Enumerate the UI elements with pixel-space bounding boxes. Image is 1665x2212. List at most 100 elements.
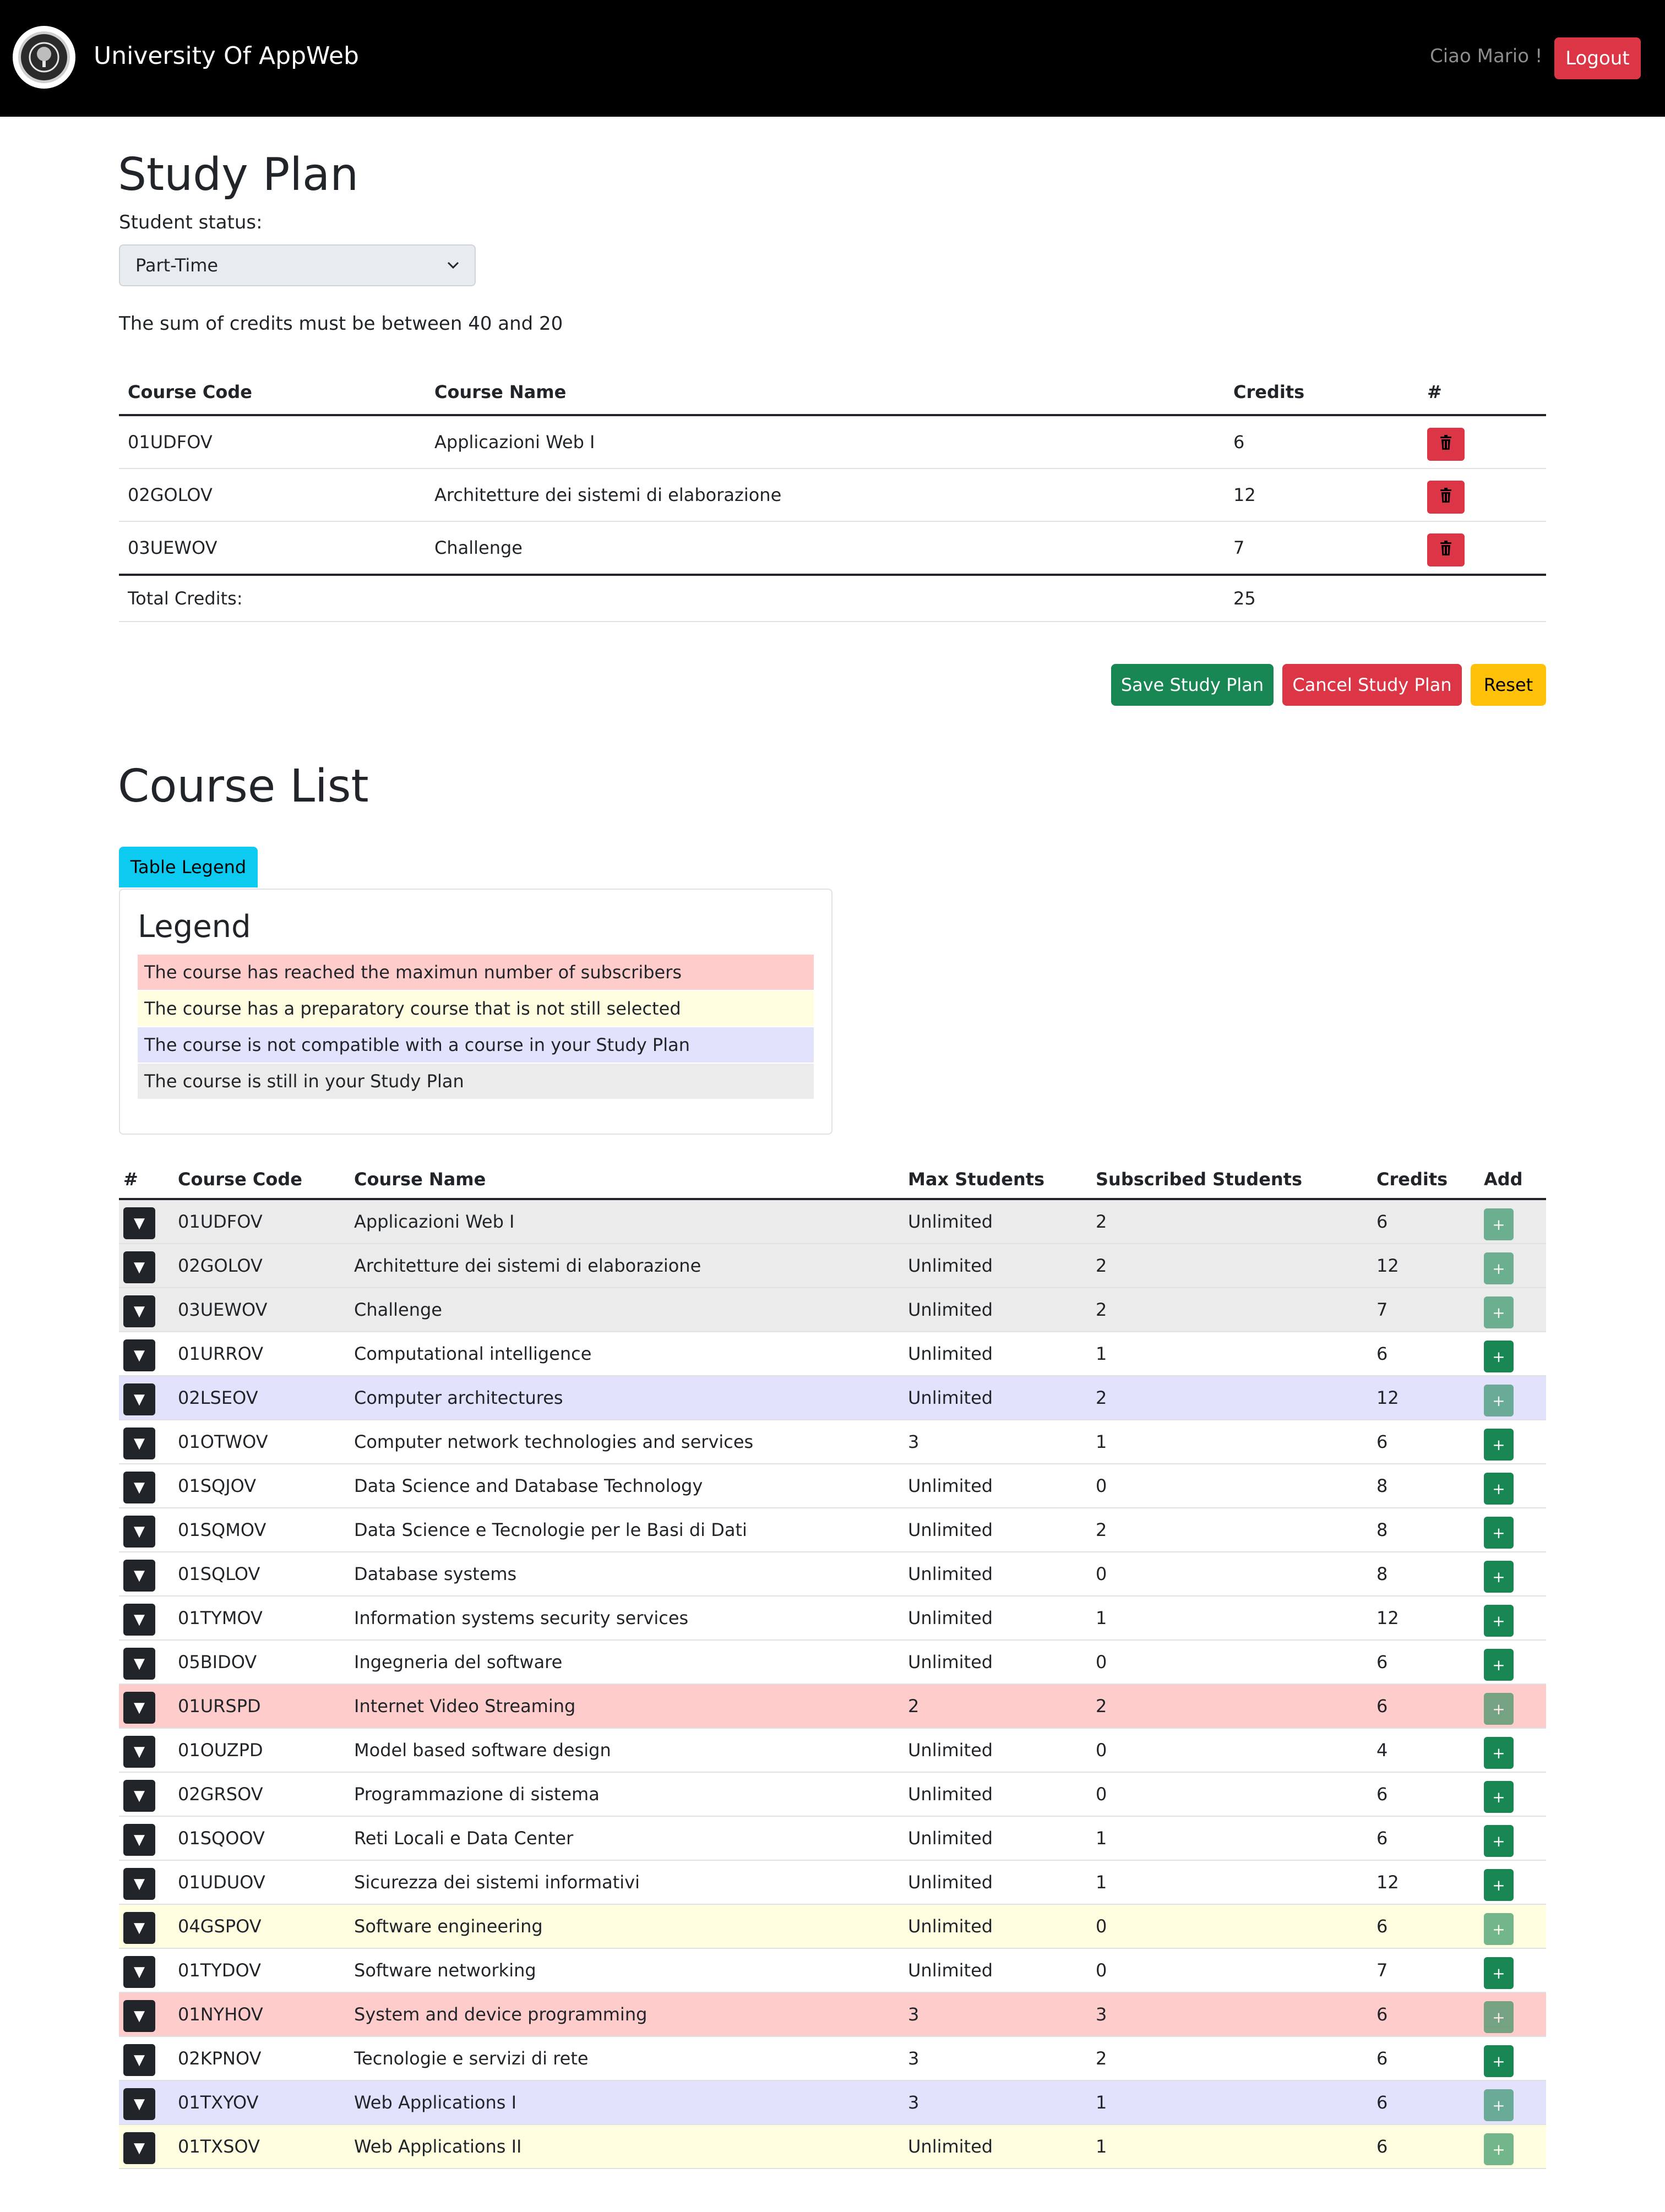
expand-row-button[interactable]: ▼: [123, 1736, 155, 1768]
max-students: 3: [904, 1420, 1091, 1464]
max-students: Unlimited: [904, 1772, 1091, 1817]
expand-row-button[interactable]: ▼: [123, 1516, 155, 1548]
add-course-button[interactable]: +: [1484, 1252, 1514, 1284]
course-row: ▼ 01SQJOV Data Science and Database Techno…: [119, 1464, 1546, 1508]
add-course-button[interactable]: +: [1484, 2089, 1514, 2121]
course-name: Information systems security services: [350, 1596, 904, 1641]
expand-row-button[interactable]: ▼: [123, 1560, 155, 1592]
subscribed-students: 2: [1091, 1244, 1372, 1288]
triangle-down-icon: ▼: [134, 2008, 145, 2024]
add-course-button[interactable]: +: [1484, 1473, 1514, 1505]
save-study-plan-button[interactable]: Save Study Plan: [1111, 664, 1274, 706]
student-status-select[interactable]: Part-Time: [119, 244, 476, 286]
total-credits-label: Total Credits:: [119, 575, 426, 622]
plus-icon: +: [1492, 1655, 1505, 1674]
course-row: ▼ 01URSPD Internet Video Streaming 2 2 6 +: [119, 1684, 1546, 1729]
expand-row-button[interactable]: ▼: [123, 1428, 155, 1459]
course-row: ▼ 02LSEOV Computer architectures Unlimited 2…: [119, 1376, 1546, 1420]
add-course-button[interactable]: +: [1484, 1957, 1514, 1989]
table-legend-button[interactable]: Table Legend: [119, 847, 258, 887]
max-students: Unlimited: [904, 1816, 1091, 1861]
course-credits: 12: [1372, 1860, 1479, 1905]
cancel-study-plan-button[interactable]: Cancel Study Plan: [1282, 664, 1462, 706]
expand-cell: ▼: [119, 1244, 173, 1288]
expand-row-button[interactable]: ▼: [123, 1824, 155, 1856]
course-row: ▼ 02KPNOV Tecnologie e servizi di rete 3 2 6 +: [119, 2036, 1546, 2081]
brand-title[interactable]: University Of AppWeb: [94, 41, 359, 72]
delete-course-button[interactable]: [1427, 533, 1465, 566]
subscribed-students: 1: [1091, 1332, 1372, 1376]
add-course-button[interactable]: +: [1484, 1649, 1514, 1681]
expand-row-button[interactable]: ▼: [123, 1868, 155, 1900]
course-code: 03UEWOV: [173, 1288, 350, 1332]
add-course-button[interactable]: +: [1484, 1517, 1514, 1549]
add-course-button[interactable]: +: [1484, 1737, 1514, 1769]
course-credits: 6: [1372, 1772, 1479, 1817]
add-course-button[interactable]: +: [1484, 1385, 1514, 1416]
expand-row-button[interactable]: ▼: [123, 1912, 155, 1944]
max-students: Unlimited: [904, 1948, 1091, 1993]
subscribed-students: 0: [1091, 1640, 1372, 1685]
subscribed-students: 0: [1091, 1728, 1372, 1773]
credits-constraint-note: The sum of credits must be between 40 an…: [119, 313, 563, 335]
add-course-button[interactable]: +: [1484, 1781, 1514, 1813]
add-course-button[interactable]: +: [1484, 1296, 1514, 1328]
expand-cell: ▼: [119, 1596, 173, 1641]
add-course-button[interactable]: +: [1484, 1561, 1514, 1593]
course-name: Web Applications I: [350, 2080, 904, 2125]
expand-row-button[interactable]: ▼: [123, 1604, 155, 1636]
delete-course-button[interactable]: [1427, 481, 1465, 514]
expand-row-button[interactable]: ▼: [123, 1956, 155, 1988]
plus-icon: +: [1492, 1259, 1505, 1278]
add-course-button[interactable]: +: [1484, 1208, 1514, 1240]
add-course-button[interactable]: +: [1484, 1825, 1514, 1857]
add-course-button[interactable]: +: [1484, 2133, 1514, 2165]
course-name: Software engineering: [350, 1904, 904, 1949]
expand-row-button[interactable]: ▼: [123, 1251, 155, 1283]
expand-cell: ▼: [119, 1992, 173, 2037]
expand-row-button[interactable]: ▼: [123, 1295, 155, 1327]
delete-course-button[interactable]: [1427, 428, 1465, 461]
expand-row-button[interactable]: ▼: [123, 1472, 155, 1503]
university-seal-icon[interactable]: [13, 26, 75, 89]
course-code: 01URSPD: [173, 1684, 350, 1729]
expand-row-button[interactable]: ▼: [123, 2044, 155, 2076]
max-students: Unlimited: [904, 1508, 1091, 1552]
course-name: Computational intelligence: [350, 1332, 904, 1376]
course-credits: 12: [1372, 1376, 1479, 1420]
expand-row-button[interactable]: ▼: [123, 2088, 155, 2120]
add-course-button[interactable]: +: [1484, 1605, 1514, 1637]
add-course-button[interactable]: +: [1484, 1913, 1514, 1945]
expand-row-button[interactable]: ▼: [123, 1383, 155, 1415]
expand-row-button[interactable]: ▼: [123, 2000, 155, 2032]
add-cell: +: [1479, 1948, 1546, 1993]
expand-row-button[interactable]: ▼: [123, 2132, 155, 2164]
header-expand: #: [119, 1161, 173, 1200]
max-students: Unlimited: [904, 1640, 1091, 1685]
course-code: 01TYDOV: [173, 1948, 350, 1993]
add-course-button[interactable]: +: [1484, 1429, 1514, 1461]
subscribed-students: 1: [1091, 1816, 1372, 1861]
add-course-button[interactable]: +: [1484, 1869, 1514, 1901]
add-course-button[interactable]: +: [1484, 1693, 1514, 1725]
course-code: 01URROV: [173, 1332, 350, 1376]
course-code: 01TXYOV: [173, 2080, 350, 2125]
add-course-button[interactable]: +: [1484, 2001, 1514, 2033]
max-students: 3: [904, 2036, 1091, 2081]
add-course-button[interactable]: +: [1484, 2045, 1514, 2077]
expand-row-button[interactable]: ▼: [123, 1780, 155, 1812]
expand-row-button[interactable]: ▼: [123, 1692, 155, 1724]
triangle-down-icon: ▼: [134, 1303, 145, 1320]
course-code: 01UDFOV: [119, 415, 426, 469]
expand-row-button[interactable]: ▼: [123, 1648, 155, 1680]
expand-row-button[interactable]: ▼: [123, 1339, 155, 1371]
reset-button[interactable]: Reset: [1471, 664, 1546, 706]
course-row: ▼ 01OUZPD Model based software design Unlim…: [119, 1728, 1546, 1773]
max-students: 3: [904, 2080, 1091, 2125]
logout-button[interactable]: Logout: [1554, 37, 1641, 79]
expand-row-button[interactable]: ▼: [123, 1207, 155, 1239]
add-course-button[interactable]: +: [1484, 1341, 1514, 1372]
legend-missing-preparatory: The course has a preparatory course that…: [138, 991, 814, 1026]
course-credits: 6: [1225, 415, 1418, 469]
triangle-down-icon: ▼: [134, 1611, 145, 1628]
